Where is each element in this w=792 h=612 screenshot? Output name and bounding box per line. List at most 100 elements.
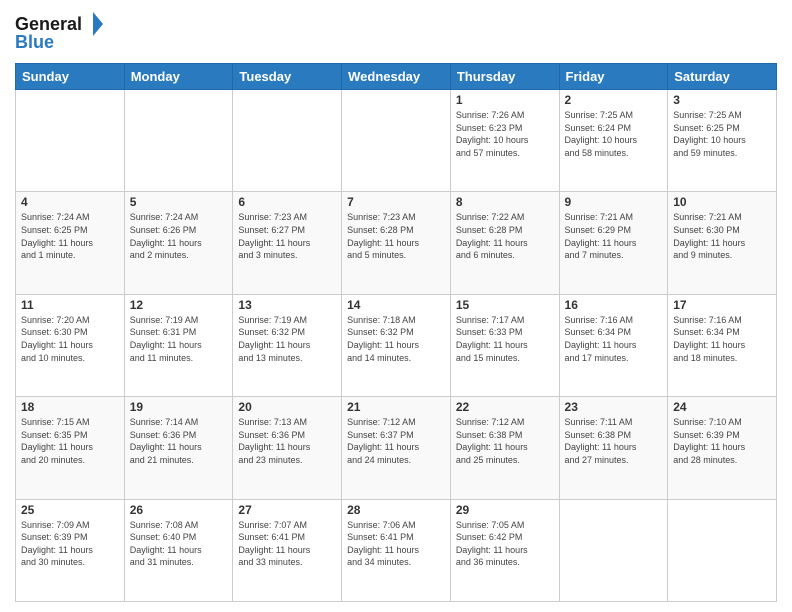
weekday-header-row: SundayMondayTuesdayWednesdayThursdayFrid…	[16, 64, 777, 90]
day-info: Sunrise: 7:12 AM Sunset: 6:37 PM Dayligh…	[347, 416, 445, 466]
day-info: Sunrise: 7:19 AM Sunset: 6:31 PM Dayligh…	[130, 314, 228, 364]
day-number: 24	[673, 400, 771, 414]
day-info: Sunrise: 7:11 AM Sunset: 6:38 PM Dayligh…	[565, 416, 663, 466]
day-info: Sunrise: 7:09 AM Sunset: 6:39 PM Dayligh…	[21, 519, 119, 569]
day-info: Sunrise: 7:13 AM Sunset: 6:36 PM Dayligh…	[238, 416, 336, 466]
day-number: 16	[565, 298, 663, 312]
calendar-cell: 13Sunrise: 7:19 AM Sunset: 6:32 PM Dayli…	[233, 294, 342, 396]
calendar-cell	[668, 499, 777, 601]
calendar-cell: 18Sunrise: 7:15 AM Sunset: 6:35 PM Dayli…	[16, 397, 125, 499]
weekday-header-tuesday: Tuesday	[233, 64, 342, 90]
calendar-cell	[16, 90, 125, 192]
day-number: 29	[456, 503, 554, 517]
calendar-table: SundayMondayTuesdayWednesdayThursdayFrid…	[15, 63, 777, 602]
logo-svg: General Blue	[15, 10, 105, 55]
calendar-cell: 6Sunrise: 7:23 AM Sunset: 6:27 PM Daylig…	[233, 192, 342, 294]
day-number: 15	[456, 298, 554, 312]
day-info: Sunrise: 7:08 AM Sunset: 6:40 PM Dayligh…	[130, 519, 228, 569]
day-info: Sunrise: 7:23 AM Sunset: 6:28 PM Dayligh…	[347, 211, 445, 261]
calendar-cell: 5 Sunrise: 7:24 AM Sunset: 6:26 PM Daylig…	[124, 192, 233, 294]
calendar-cell	[233, 90, 342, 192]
calendar-cell: 2 Sunrise: 7:25 AM Sunset: 6:24 PM Daylig…	[559, 90, 668, 192]
day-number: 9	[565, 195, 663, 209]
day-number: 7	[347, 195, 445, 209]
day-info: Sunrise: 7:24 AM Sunset: 6:26 PM Dayligh…	[130, 211, 228, 261]
day-number: 25	[21, 503, 119, 517]
calendar-cell: 1 Sunrise: 7:26 AM Sunset: 6:23 PM Daylig…	[450, 90, 559, 192]
day-number: 26	[130, 503, 228, 517]
day-info: Sunrise: 7:22 AM Sunset: 6:28 PM Dayligh…	[456, 211, 554, 261]
calendar-cell: 25 Sunrise: 7:09 AM Sunset: 6:39 PM Dayli…	[16, 499, 125, 601]
svg-text:Blue: Blue	[15, 32, 54, 52]
header: General Blue	[15, 10, 777, 55]
calendar-cell: 22 Sunrise: 7:12 AM Sunset: 6:38 PM Dayli…	[450, 397, 559, 499]
calendar-cell: 10Sunrise: 7:21 AM Sunset: 6:30 PM Dayli…	[668, 192, 777, 294]
svg-text:General: General	[15, 14, 82, 34]
day-info: Sunrise: 7:15 AM Sunset: 6:35 PM Dayligh…	[21, 416, 119, 466]
calendar-week-4: 18Sunrise: 7:15 AM Sunset: 6:35 PM Dayli…	[16, 397, 777, 499]
calendar-cell	[124, 90, 233, 192]
day-info: Sunrise: 7:26 AM Sunset: 6:23 PM Dayligh…	[456, 109, 554, 159]
day-number: 2	[565, 93, 663, 107]
calendar-cell: 26 Sunrise: 7:08 AM Sunset: 6:40 PM Dayli…	[124, 499, 233, 601]
day-info: Sunrise: 7:14 AM Sunset: 6:36 PM Dayligh…	[130, 416, 228, 466]
weekday-header-wednesday: Wednesday	[342, 64, 451, 90]
calendar-cell: 15 Sunrise: 7:17 AM Sunset: 6:33 PM Dayli…	[450, 294, 559, 396]
day-info: Sunrise: 7:05 AM Sunset: 6:42 PM Dayligh…	[456, 519, 554, 569]
calendar-cell: 7 Sunrise: 7:23 AM Sunset: 6:28 PM Daylig…	[342, 192, 451, 294]
calendar-cell: 12 Sunrise: 7:19 AM Sunset: 6:31 PM Dayli…	[124, 294, 233, 396]
calendar-cell	[342, 90, 451, 192]
weekday-header-saturday: Saturday	[668, 64, 777, 90]
day-number: 21	[347, 400, 445, 414]
day-info: Sunrise: 7:21 AM Sunset: 6:29 PM Dayligh…	[565, 211, 663, 261]
calendar-cell: 29 Sunrise: 7:05 AM Sunset: 6:42 PM Dayli…	[450, 499, 559, 601]
logo: General Blue	[15, 10, 105, 55]
day-info: Sunrise: 7:21 AM Sunset: 6:30 PM Dayligh…	[673, 211, 771, 261]
day-number: 4	[21, 195, 119, 209]
calendar-week-1: 1 Sunrise: 7:26 AM Sunset: 6:23 PM Daylig…	[16, 90, 777, 192]
day-info: Sunrise: 7:18 AM Sunset: 6:32 PM Dayligh…	[347, 314, 445, 364]
calendar-cell: 3 Sunrise: 7:25 AM Sunset: 6:25 PM Daylig…	[668, 90, 777, 192]
day-info: Sunrise: 7:07 AM Sunset: 6:41 PM Dayligh…	[238, 519, 336, 569]
day-number: 5	[130, 195, 228, 209]
day-number: 3	[673, 93, 771, 107]
calendar-cell: 11Sunrise: 7:20 AM Sunset: 6:30 PM Dayli…	[16, 294, 125, 396]
day-info: Sunrise: 7:20 AM Sunset: 6:30 PM Dayligh…	[21, 314, 119, 364]
calendar-cell: 21 Sunrise: 7:12 AM Sunset: 6:37 PM Dayli…	[342, 397, 451, 499]
calendar-cell: 16 Sunrise: 7:16 AM Sunset: 6:34 PM Dayli…	[559, 294, 668, 396]
calendar-cell: 9 Sunrise: 7:21 AM Sunset: 6:29 PM Daylig…	[559, 192, 668, 294]
calendar-cell: 8 Sunrise: 7:22 AM Sunset: 6:28 PM Daylig…	[450, 192, 559, 294]
day-info: Sunrise: 7:16 AM Sunset: 6:34 PM Dayligh…	[565, 314, 663, 364]
page: General Blue SundayMondayTuesdayWednesda…	[0, 0, 792, 612]
day-number: 20	[238, 400, 336, 414]
day-info: Sunrise: 7:12 AM Sunset: 6:38 PM Dayligh…	[456, 416, 554, 466]
calendar-week-5: 25 Sunrise: 7:09 AM Sunset: 6:39 PM Dayli…	[16, 499, 777, 601]
calendar-cell: 20 Sunrise: 7:13 AM Sunset: 6:36 PM Dayli…	[233, 397, 342, 499]
day-number: 27	[238, 503, 336, 517]
day-info: Sunrise: 7:16 AM Sunset: 6:34 PM Dayligh…	[673, 314, 771, 364]
day-number: 22	[456, 400, 554, 414]
day-info: Sunrise: 7:25 AM Sunset: 6:25 PM Dayligh…	[673, 109, 771, 159]
day-number: 12	[130, 298, 228, 312]
calendar-cell: 17 Sunrise: 7:16 AM Sunset: 6:34 PM Dayli…	[668, 294, 777, 396]
calendar-cell: 14 Sunrise: 7:18 AM Sunset: 6:32 PM Dayli…	[342, 294, 451, 396]
day-number: 14	[347, 298, 445, 312]
day-info: Sunrise: 7:25 AM Sunset: 6:24 PM Dayligh…	[565, 109, 663, 159]
weekday-header-friday: Friday	[559, 64, 668, 90]
day-number: 19	[130, 400, 228, 414]
day-info: Sunrise: 7:06 AM Sunset: 6:41 PM Dayligh…	[347, 519, 445, 569]
day-number: 1	[456, 93, 554, 107]
day-number: 8	[456, 195, 554, 209]
weekday-header-thursday: Thursday	[450, 64, 559, 90]
day-info: Sunrise: 7:23 AM Sunset: 6:27 PM Dayligh…	[238, 211, 336, 261]
day-info: Sunrise: 7:10 AM Sunset: 6:39 PM Dayligh…	[673, 416, 771, 466]
calendar-cell: 27 Sunrise: 7:07 AM Sunset: 6:41 PM Dayli…	[233, 499, 342, 601]
day-info: Sunrise: 7:19 AM Sunset: 6:32 PM Dayligh…	[238, 314, 336, 364]
day-number: 17	[673, 298, 771, 312]
day-number: 23	[565, 400, 663, 414]
calendar-cell: 23 Sunrise: 7:11 AM Sunset: 6:38 PM Dayli…	[559, 397, 668, 499]
day-info: Sunrise: 7:17 AM Sunset: 6:33 PM Dayligh…	[456, 314, 554, 364]
weekday-header-monday: Monday	[124, 64, 233, 90]
calendar-week-2: 4Sunrise: 7:24 AM Sunset: 6:25 PM Daylig…	[16, 192, 777, 294]
day-number: 28	[347, 503, 445, 517]
